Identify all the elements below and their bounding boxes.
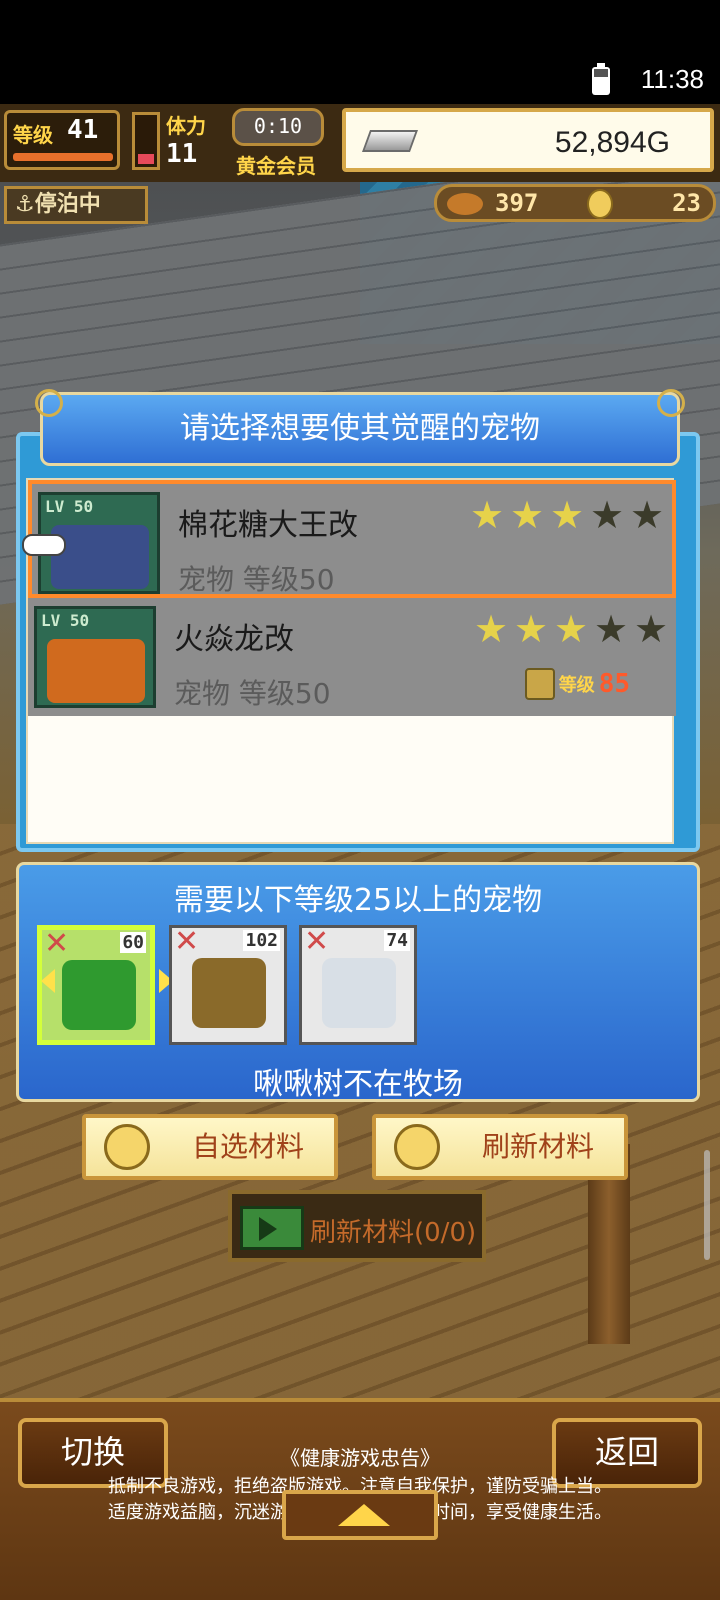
star-icon: ★ xyxy=(510,493,545,537)
material-count: 60 xyxy=(120,932,146,953)
star-empty-icon: ★ xyxy=(590,493,625,537)
lock-level-label: 等级 xyxy=(558,675,595,696)
level-lock: 等级 85 xyxy=(524,668,630,700)
health-notice-title: 《健康游戏忠告》 xyxy=(280,1446,440,1470)
pet-subtitle: 宠物 等级50 xyxy=(178,563,335,596)
pet-row-1[interactable]: LV 50 火焱龙改 宠物 等级50 ★ ★ ★ ★ ★ 等级 85 xyxy=(28,598,676,716)
material-count: 102 xyxy=(243,930,280,951)
star-empty-icon: ★ xyxy=(630,493,665,537)
level-value: 41 xyxy=(67,115,99,145)
food-count: 397 xyxy=(495,189,539,217)
level-label: 等级 xyxy=(13,123,53,147)
missing-x-icon: ✕ xyxy=(44,926,70,961)
resource-bar: 397 23 xyxy=(434,184,716,222)
status-time: 11:38 xyxy=(640,64,704,94)
video-refresh-label: 刷新材料(0/0) xyxy=(310,1218,477,1248)
missing-x-icon: ✕ xyxy=(304,924,330,959)
missing-x-icon: ✕ xyxy=(174,924,200,959)
stamina-label: 体力 xyxy=(166,114,206,138)
lock-level-value: 85 xyxy=(598,669,630,699)
material-portrait xyxy=(192,958,266,1028)
food-icon xyxy=(447,193,483,215)
pointer-hand-icon xyxy=(22,534,66,556)
medal-count: 23 xyxy=(672,189,701,217)
video-tv-icon xyxy=(240,1206,304,1250)
material-slot-1[interactable]: ✕ 102 xyxy=(169,924,287,1045)
docked-status-button[interactable]: ⚓停泊中 xyxy=(4,186,148,224)
star-empty-icon: ★ xyxy=(634,607,669,651)
video-refresh-button[interactable]: 刷新材料(0/0) xyxy=(228,1190,486,1262)
pet-thumbnail: LV 50 xyxy=(34,606,156,708)
pet-name: 棉花糖大王改 xyxy=(178,508,358,543)
pet-list: LV 50 棉花糖大王改 宠物 等级50 ★ ★ ★ ★ ★ LV 50 火焱龙… xyxy=(26,478,676,844)
status-bar: 11:38 xyxy=(0,0,720,104)
coin-icon xyxy=(104,1124,150,1170)
star-icon: ★ xyxy=(550,493,585,537)
padlock-icon xyxy=(524,668,555,700)
refresh-material-button[interactable]: 刷新材料 xyxy=(372,1114,628,1180)
requirement-panel: 需要以下等级25以上的宠物 ✕ 60 ✕ 102 ✕ 74 啾啾树不在牧场 xyxy=(16,862,700,1102)
docked-label: 停泊中 xyxy=(34,192,101,217)
pet-portrait xyxy=(51,525,149,589)
material-slot-2[interactable]: ✕ 74 xyxy=(299,924,417,1045)
pet-rarity-stars: ★ ★ ★ ★ ★ xyxy=(470,493,665,537)
select-material-button[interactable]: 自选材料 xyxy=(82,1114,338,1180)
pet-level-badge: LV 50 xyxy=(41,611,90,630)
pet-rarity-stars: ★ ★ ★ ★ ★ xyxy=(474,607,669,651)
requirement-title: 需要以下等级25以上的宠物 xyxy=(173,883,543,918)
silver-bar-icon xyxy=(361,130,419,152)
coin-icon xyxy=(394,1124,440,1170)
pet-level-badge: LV 50 xyxy=(45,497,94,516)
refresh-material-label: 刷新材料 xyxy=(481,1130,594,1163)
vip-badge[interactable]: 黄金会员 xyxy=(236,150,316,179)
stamina-gauge xyxy=(132,112,160,170)
stamina-timer: 0:10 xyxy=(232,108,324,146)
star-icon: ★ xyxy=(554,607,589,651)
star-icon: ★ xyxy=(514,607,549,651)
stamina-value: 11 xyxy=(166,139,198,169)
star-icon: ★ xyxy=(470,493,505,537)
anchor-icon: ⚓ xyxy=(15,192,35,217)
stamina-box: 体力 11 xyxy=(166,110,236,172)
material-portrait xyxy=(322,958,396,1028)
gold-value: 52,894G xyxy=(554,126,670,159)
pet-row-0[interactable]: LV 50 棉花糖大王改 宠物 等级50 ★ ★ ★ ★ ★ xyxy=(28,480,676,598)
arrow-left-icon[interactable] xyxy=(41,969,55,993)
requirement-footer: 啾啾树不在牧场 xyxy=(253,1067,463,1102)
star-empty-icon: ★ xyxy=(594,607,629,651)
game-scene xyxy=(0,104,720,1600)
select-material-label: 自选材料 xyxy=(191,1130,304,1163)
battery-icon xyxy=(592,63,610,95)
star-icon: ★ xyxy=(474,607,509,651)
material-portrait xyxy=(62,960,136,1030)
dialog-title: 请选择想要使其觉醒的宠物 xyxy=(35,389,685,466)
pet-portrait xyxy=(47,639,145,703)
gold-display[interactable]: 52,894G xyxy=(342,108,714,172)
xp-bar xyxy=(13,153,113,161)
medal-coin-icon xyxy=(587,189,613,219)
material-count: 74 xyxy=(384,930,410,951)
player-level-box: 等级 41 xyxy=(4,110,120,170)
pet-subtitle: 宠物 等级50 xyxy=(174,677,331,710)
pet-name: 火焱龙改 xyxy=(174,622,294,657)
expand-up-button[interactable] xyxy=(282,1490,438,1540)
scrollbar[interactable] xyxy=(704,1150,710,1260)
